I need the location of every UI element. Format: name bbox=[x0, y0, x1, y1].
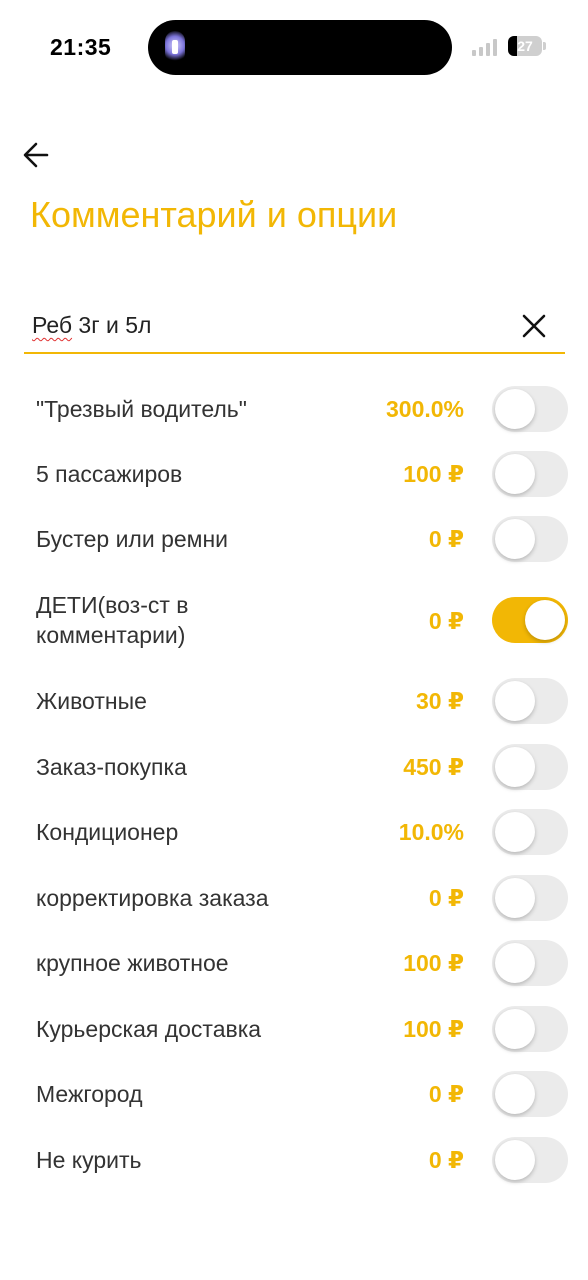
dynamic-island bbox=[148, 20, 452, 75]
option-price: 0 ₽ bbox=[428, 608, 464, 634]
comment-value-word: Реб bbox=[32, 312, 73, 338]
option-label: Межгород bbox=[36, 1081, 143, 1107]
option-toggle[interactable] bbox=[492, 516, 568, 562]
option-row: Кондиционер 10.0% bbox=[0, 809, 588, 855]
option-row: Бустер или ремни 0 ₽ bbox=[0, 516, 588, 562]
option-price: 0 ₽ bbox=[428, 1147, 464, 1173]
option-price: 0 ₽ bbox=[428, 885, 464, 911]
option-price: 100 ₽ bbox=[403, 461, 464, 487]
option-price: 0 ₽ bbox=[428, 1081, 464, 1107]
option-toggle[interactable] bbox=[492, 875, 568, 921]
option-row: Животные 30 ₽ bbox=[0, 678, 588, 724]
option-label: ДЕТИ(воз-ст в комментарии) bbox=[36, 592, 189, 648]
status-bar: 21:35 27 bbox=[0, 0, 588, 96]
option-price: 0 ₽ bbox=[428, 526, 464, 552]
option-price: 100 ₽ bbox=[403, 1016, 464, 1042]
option-row: Курьерская доставка 100 ₽ bbox=[0, 1006, 588, 1052]
option-row: Заказ-покупка 450 ₽ bbox=[0, 744, 588, 790]
comment-input[interactable]: Реб 3г и 5л bbox=[24, 300, 565, 354]
option-label: корректировка заказа bbox=[36, 885, 269, 911]
option-row: Межгород 0 ₽ bbox=[0, 1071, 588, 1117]
option-toggle[interactable] bbox=[492, 678, 568, 724]
option-price: 10.0% bbox=[398, 819, 464, 845]
option-label: Бустер или ремни bbox=[36, 526, 229, 552]
comment-value[interactable]: Реб 3г и 5л bbox=[32, 312, 151, 339]
option-row: Не курить 0 ₽ bbox=[0, 1137, 588, 1183]
option-row: крупное животное 100 ₽ bbox=[0, 940, 588, 986]
flashlight-icon bbox=[165, 31, 185, 63]
close-icon bbox=[522, 314, 546, 338]
option-label: Курьерская доставка bbox=[36, 1016, 262, 1042]
page-title: Комментарий и опции bbox=[30, 194, 398, 235]
battery-icon: 27 bbox=[508, 36, 542, 56]
option-toggle[interactable] bbox=[492, 1071, 568, 1117]
option-label: Не курить bbox=[36, 1147, 142, 1173]
option-row: корректировка заказа 0 ₽ bbox=[0, 875, 588, 921]
option-label: Кондиционер bbox=[36, 819, 179, 845]
options-screen: 21:35 27 Комментарий и опции Реб 3г и 5л bbox=[0, 0, 588, 1280]
option-label: крупное животное bbox=[36, 950, 229, 976]
option-toggle[interactable] bbox=[492, 1006, 568, 1052]
clear-comment-button[interactable] bbox=[518, 310, 550, 342]
back-button[interactable] bbox=[20, 138, 54, 172]
option-row: "Трезвый водитель" 300.0% bbox=[0, 386, 588, 432]
option-toggle[interactable] bbox=[492, 744, 568, 790]
option-price: 450 ₽ bbox=[403, 754, 464, 780]
option-label: "Трезвый водитель" bbox=[36, 396, 247, 422]
option-toggle[interactable] bbox=[492, 451, 568, 497]
option-label: Заказ-покупка bbox=[36, 754, 187, 780]
option-price: 300.0% bbox=[385, 396, 464, 422]
option-label: 5 пассажиров bbox=[36, 461, 183, 487]
battery-cap bbox=[543, 42, 546, 50]
option-row: 5 пассажиров 100 ₽ bbox=[0, 451, 588, 497]
option-toggle[interactable] bbox=[492, 809, 568, 855]
battery-level: 27 bbox=[517, 38, 533, 54]
status-time: 21:35 bbox=[50, 34, 112, 60]
option-price: 100 ₽ bbox=[403, 950, 464, 976]
option-row: ДЕТИ(воз-ст в комментарии) 0 ₽ bbox=[0, 590, 588, 650]
option-toggle[interactable] bbox=[492, 597, 568, 643]
option-toggle[interactable] bbox=[492, 386, 568, 432]
option-label: Животные bbox=[36, 688, 147, 714]
arrow-left-icon bbox=[23, 142, 49, 168]
comment-value-rest: 3г и 5л bbox=[72, 312, 152, 338]
option-price: 30 ₽ bbox=[416, 688, 464, 714]
option-toggle[interactable] bbox=[492, 1137, 568, 1183]
option-toggle[interactable] bbox=[492, 940, 568, 986]
signal-icon bbox=[472, 38, 502, 56]
